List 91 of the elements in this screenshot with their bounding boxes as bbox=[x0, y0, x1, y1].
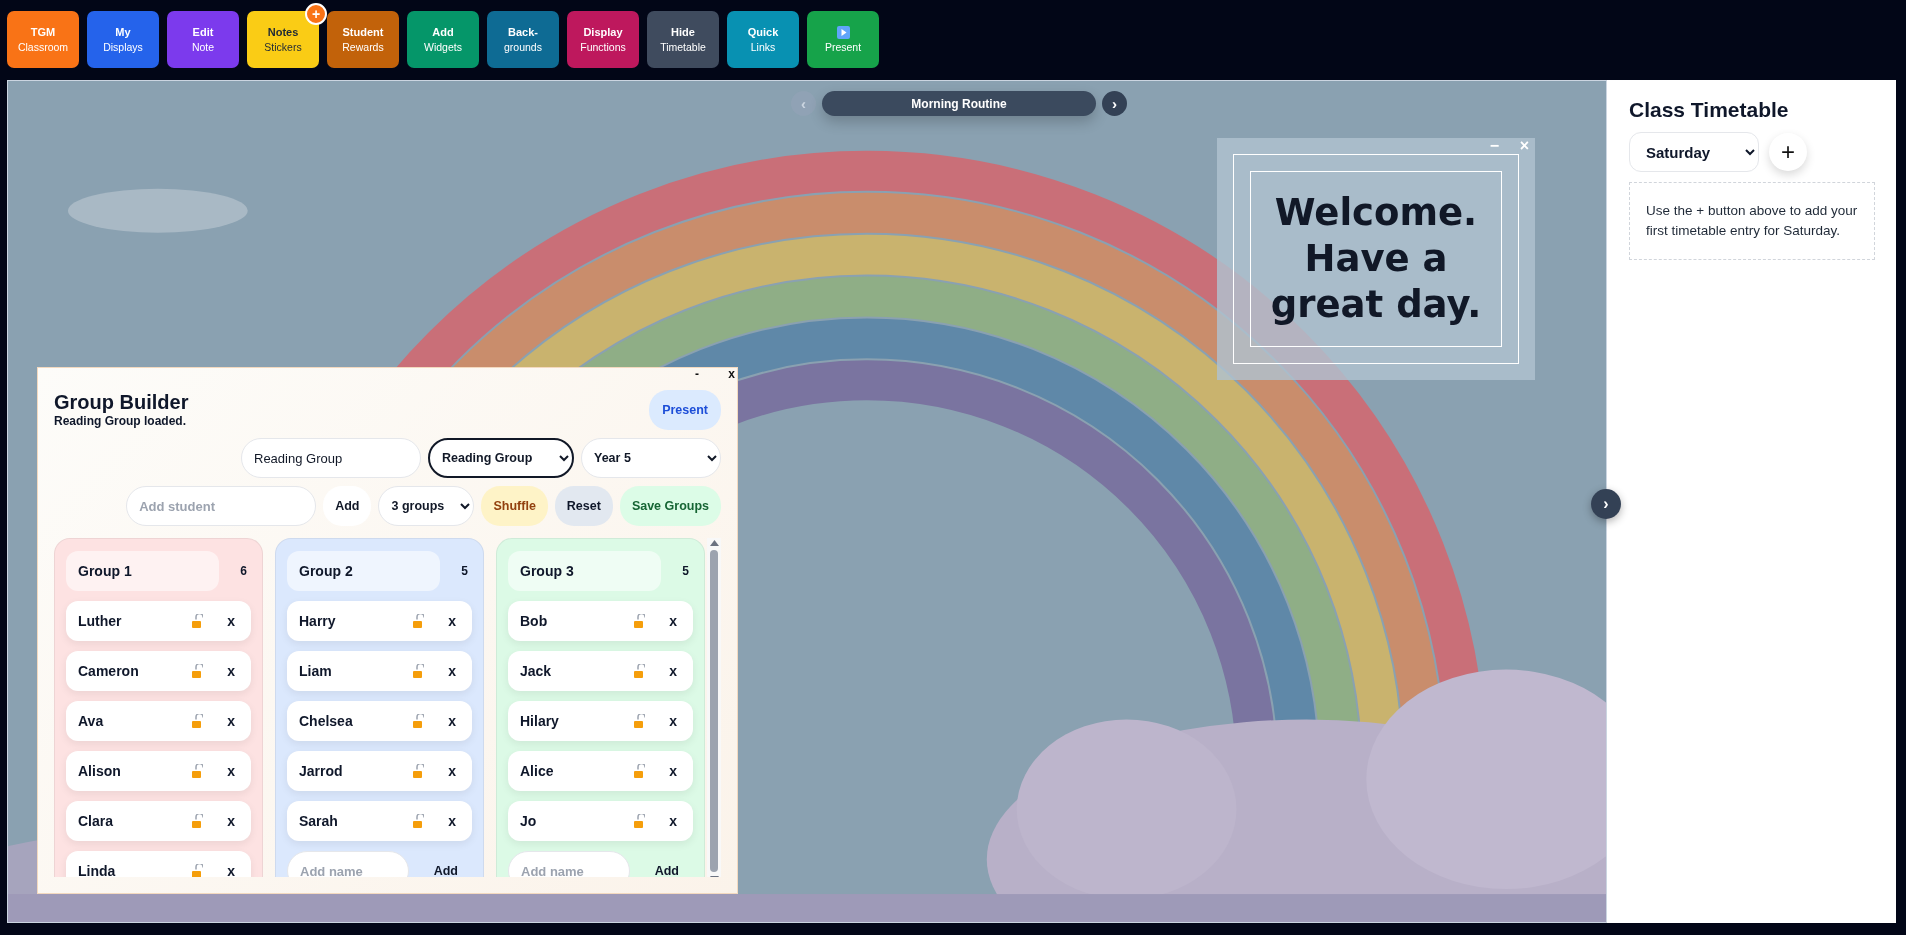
student-name: Luther bbox=[78, 613, 123, 629]
toolbar-button[interactable]: Back- grounds bbox=[487, 11, 559, 68]
add-button[interactable]: Add bbox=[431, 856, 460, 877]
scrollbar[interactable] bbox=[707, 538, 721, 877]
group-count-select[interactable]: 3 groups bbox=[378, 486, 475, 526]
open-lock-icon[interactable] bbox=[191, 614, 204, 628]
student-name: Cameron bbox=[78, 663, 140, 679]
save-groups-button[interactable]: Save Groups bbox=[619, 486, 721, 526]
open-lock-icon[interactable] bbox=[633, 814, 646, 828]
add-entry-button[interactable]: + bbox=[1769, 133, 1807, 171]
present-button[interactable]: Present bbox=[649, 390, 721, 430]
routine-title: Morning Routine bbox=[822, 91, 1096, 116]
reset-button[interactable]: Reset bbox=[554, 486, 613, 526]
open-lock-icon[interactable] bbox=[191, 864, 204, 877]
minimize-button[interactable]: - bbox=[693, 368, 701, 380]
open-lock-icon[interactable] bbox=[191, 664, 204, 678]
remove-button[interactable]: x bbox=[446, 613, 458, 629]
close-button[interactable]: x bbox=[726, 368, 737, 380]
student-field[interactable]: Add student bbox=[126, 486, 317, 526]
open-lock-icon[interactable] bbox=[412, 614, 425, 628]
remove-button[interactable]: x bbox=[446, 763, 458, 779]
student-name: Chelsea bbox=[299, 713, 354, 729]
toolbar-button[interactable]: Student Rewards bbox=[327, 11, 399, 68]
remove-button[interactable]: x bbox=[446, 713, 458, 729]
add-button[interactable]: Add bbox=[652, 856, 681, 877]
open-lock-icon[interactable] bbox=[191, 814, 204, 828]
toolbar-button[interactable]: Display Functions bbox=[567, 11, 639, 68]
remove-button[interactable]: x bbox=[667, 763, 679, 779]
group-count: 5 bbox=[461, 564, 468, 578]
add-name-field[interactable]: Add name bbox=[287, 851, 409, 877]
remove-button[interactable]: x bbox=[225, 713, 237, 729]
group-count: 6 bbox=[240, 564, 247, 578]
student-name: Clara bbox=[78, 813, 115, 829]
welcome-message: Welcome. Have a great day. bbox=[1269, 190, 1483, 328]
student-name: Alison bbox=[78, 763, 122, 779]
student-name: Jo bbox=[520, 813, 538, 829]
empty-hint: Use the + button above to add your first timetable entry for Saturday. bbox=[1629, 182, 1875, 260]
group-name: Group 3 bbox=[508, 551, 661, 591]
student-name: Linda bbox=[78, 863, 117, 877]
group-name: Group 1 bbox=[66, 551, 219, 591]
student-name: Alice bbox=[520, 763, 555, 779]
remove-button[interactable]: x bbox=[667, 663, 679, 679]
remove-button[interactable]: x bbox=[667, 613, 679, 629]
add-badge: + bbox=[305, 3, 327, 25]
student-name: Jarrod bbox=[299, 763, 344, 779]
remove-button[interactable]: x bbox=[225, 813, 237, 829]
status-text: Reading Group loaded. bbox=[54, 414, 187, 428]
open-lock-icon[interactable] bbox=[412, 714, 425, 728]
day-select[interactable]: Saturday bbox=[1629, 132, 1759, 172]
remove-button[interactable]: x bbox=[225, 663, 237, 679]
student-name: Hilary bbox=[520, 713, 560, 729]
panel-title: Class Timetable bbox=[1629, 98, 1790, 122]
scroll-up-icon[interactable] bbox=[709, 540, 719, 546]
remove-button[interactable]: x bbox=[667, 713, 679, 729]
add-name-field[interactable]: Add name bbox=[508, 851, 630, 877]
toolbar-button[interactable]: My Displays bbox=[87, 11, 159, 68]
open-lock-icon[interactable] bbox=[412, 814, 425, 828]
open-lock-icon[interactable] bbox=[191, 764, 204, 778]
year-select[interactable]: Year 5 bbox=[581, 438, 721, 478]
student-name: Bob bbox=[520, 613, 549, 629]
scrollbar-thumb[interactable] bbox=[710, 550, 718, 872]
remove-button[interactable]: x bbox=[225, 863, 237, 877]
student-name: Jack bbox=[520, 663, 553, 679]
student-name: Ava bbox=[78, 713, 105, 729]
toolbar-button[interactable]: Hide Timetable bbox=[647, 11, 719, 68]
saved-group-select[interactable]: Reading Group bbox=[428, 438, 574, 478]
remove-button[interactable]: x bbox=[667, 813, 679, 829]
toolbar-button[interactable]: Quick Links bbox=[727, 11, 799, 68]
student-name: Liam bbox=[299, 663, 333, 679]
open-lock-icon[interactable] bbox=[191, 714, 204, 728]
student-name: Harry bbox=[299, 613, 337, 629]
toolbar-button[interactable]: Edit Note bbox=[167, 11, 239, 68]
remove-button[interactable]: x bbox=[225, 763, 237, 779]
open-lock-icon[interactable] bbox=[633, 764, 646, 778]
remove-button[interactable]: x bbox=[225, 613, 237, 629]
remove-button[interactable]: x bbox=[446, 813, 458, 829]
open-lock-icon[interactable] bbox=[412, 664, 425, 678]
open-lock-icon[interactable] bbox=[633, 664, 646, 678]
open-lock-icon[interactable] bbox=[633, 614, 646, 628]
group-name: Group 2 bbox=[287, 551, 440, 591]
add-button[interactable]: Add bbox=[323, 486, 372, 526]
shuffle-button[interactable]: Shuffle bbox=[481, 486, 548, 526]
group-count: 5 bbox=[682, 564, 689, 578]
open-lock-icon[interactable] bbox=[633, 714, 646, 728]
group-name-field[interactable]: Reading Group bbox=[241, 438, 421, 478]
remove-button[interactable]: x bbox=[446, 663, 458, 679]
toolbar-button[interactable]: Add Widgets bbox=[407, 11, 479, 68]
window-title: Group Builder bbox=[54, 390, 189, 414]
open-lock-icon[interactable] bbox=[412, 764, 425, 778]
student-name: Sarah bbox=[299, 813, 339, 829]
play-icon bbox=[836, 25, 850, 39]
